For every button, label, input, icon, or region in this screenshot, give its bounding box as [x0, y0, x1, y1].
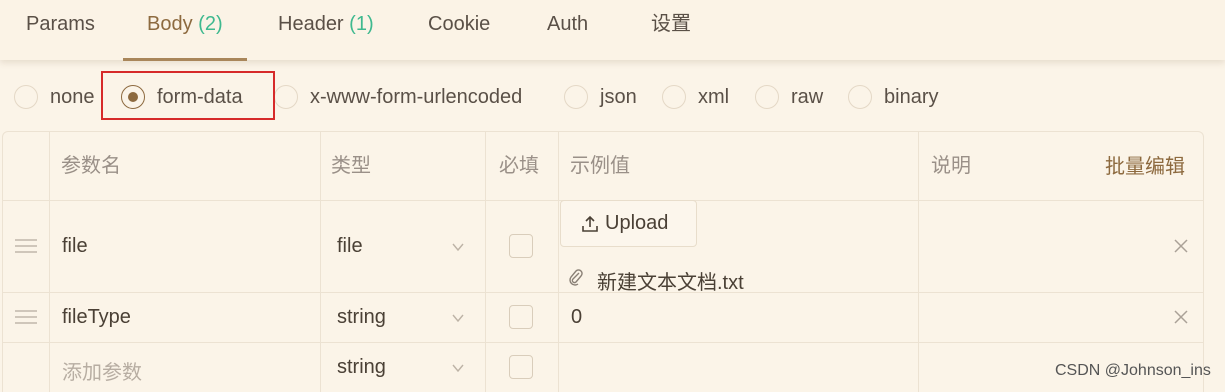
tab-count: (1) [349, 13, 374, 35]
radio-label: raw [791, 85, 824, 108]
column-divider [558, 132, 559, 392]
tab-label: Header [278, 13, 344, 35]
example-value[interactable]: 0 [571, 306, 582, 329]
tab-label: Auth [547, 13, 589, 35]
radio-xml[interactable]: xml [662, 78, 729, 116]
column-divider [49, 132, 50, 392]
param-type[interactable]: file [337, 235, 363, 258]
required-checkbox[interactable] [509, 305, 533, 329]
batch-edit-button[interactable]: 批量编辑 [1105, 150, 1185, 179]
highlight-annotation-box [101, 71, 275, 120]
param-type[interactable]: string [337, 356, 386, 379]
tab-bar: Params Body (2) Header (1) Cookie Auth 设… [0, 0, 1225, 61]
header-required: 必填 [499, 155, 539, 177]
radio-circle [14, 85, 38, 109]
attachment-filename[interactable]: 新建文本文档.txt [597, 266, 744, 295]
param-type[interactable]: string [337, 306, 386, 329]
tab-count: (2) [198, 13, 223, 35]
radio-raw[interactable]: raw [755, 78, 823, 116]
upload-label: Upload [605, 212, 669, 234]
column-divider [320, 132, 321, 392]
column-divider [485, 132, 486, 392]
param-name[interactable]: file [62, 235, 88, 258]
chevron-down-icon[interactable] [452, 241, 464, 253]
radio-x-www-form-urlencoded[interactable]: x-www-form-urlencoded [274, 78, 522, 116]
tab-label: Body [147, 13, 193, 35]
required-checkbox[interactable] [509, 234, 533, 258]
radio-label: none [50, 85, 95, 108]
tab-params[interactable]: Params [26, 0, 95, 60]
tab-auth[interactable]: Auth [547, 0, 588, 60]
radio-none[interactable]: none [14, 78, 95, 116]
header-description: 说明 [931, 155, 971, 177]
tab-body[interactable]: Body (2) [147, 0, 223, 60]
tab-label: Params [26, 13, 95, 35]
header-example: 示例值 [570, 155, 630, 177]
chevron-down-icon[interactable] [452, 362, 464, 374]
radio-label: x-www-form-urlencoded [310, 85, 523, 108]
radio-circle [274, 85, 298, 109]
header-name: 参数名 [61, 155, 121, 177]
radio-circle [564, 85, 588, 109]
radio-label: xml [698, 85, 730, 108]
active-tab-indicator [123, 58, 247, 61]
chevron-down-icon[interactable] [452, 312, 464, 324]
add-param-input[interactable]: 添加参数 [62, 356, 142, 385]
close-icon[interactable] [1173, 238, 1189, 254]
drag-handle-icon[interactable] [15, 239, 37, 253]
column-divider [918, 132, 919, 392]
paperclip-icon [569, 269, 583, 286]
row-divider [3, 342, 1203, 343]
radio-circle [848, 85, 872, 109]
upload-icon [582, 215, 598, 232]
param-name[interactable]: fileType [62, 306, 131, 329]
header-type: 类型 [331, 155, 371, 177]
tab-cookie[interactable]: Cookie [428, 0, 490, 60]
params-table: 参数名 类型 必填 示例值 说明 批量编辑 file file Upload 新… [2, 131, 1204, 392]
tab-header[interactable]: Header (1) [278, 0, 374, 60]
radio-binary[interactable]: binary [848, 78, 938, 116]
drag-handle-icon[interactable] [15, 310, 37, 324]
radio-json[interactable]: json [564, 78, 637, 116]
radio-circle [662, 85, 686, 109]
radio-label: binary [884, 85, 939, 108]
upload-button[interactable]: Upload [560, 200, 697, 247]
tab-settings[interactable]: 设置 [651, 0, 691, 60]
tab-label: Cookie [428, 13, 491, 35]
watermark: CSDN @Johnson_ins [1055, 362, 1211, 379]
tab-label: 设置 [651, 13, 691, 35]
radio-circle [755, 85, 779, 109]
close-icon[interactable] [1173, 309, 1189, 325]
required-checkbox[interactable] [509, 355, 533, 379]
radio-label: json [600, 85, 637, 108]
